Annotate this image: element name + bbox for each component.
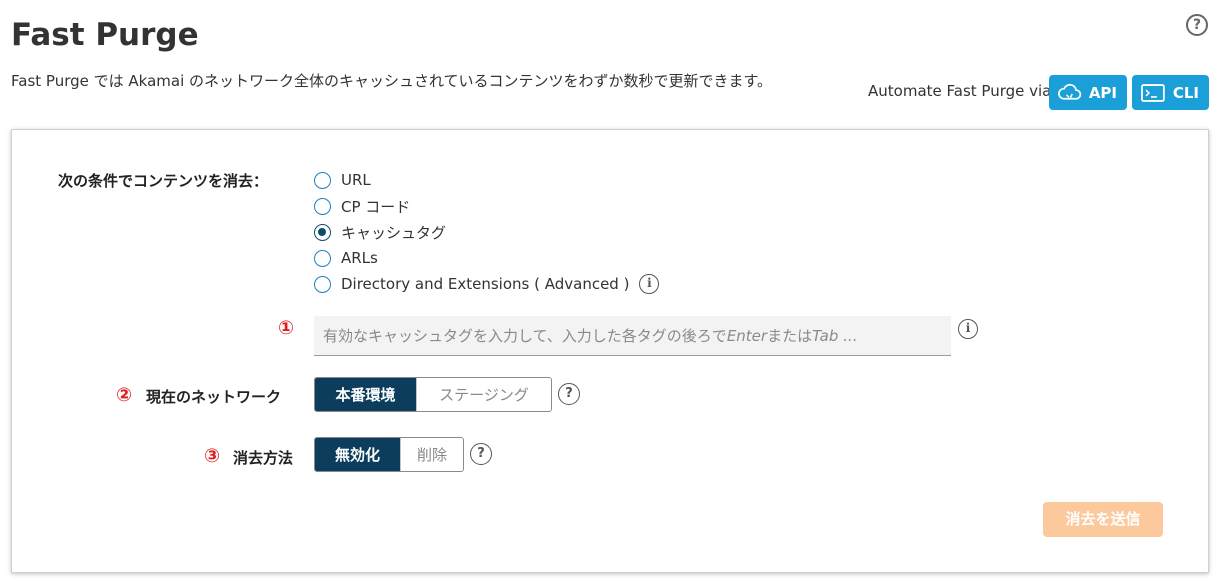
radio-label: Directory and Extensions ( Advanced ) xyxy=(341,275,630,293)
method-label: 消去方法 xyxy=(233,449,294,467)
placeholder-enter: Enter xyxy=(726,326,768,345)
cache-tag-input[interactable]: 有効なキャッシュタグを入力して、入力した各タグの後ろで Enter または Ta… xyxy=(314,316,951,356)
cli-label: CLI xyxy=(1172,83,1199,102)
marker-1: ① xyxy=(278,317,295,339)
radio-option-arls[interactable]: ARLs xyxy=(314,247,378,269)
info-icon[interactable]: i xyxy=(639,274,660,294)
radio-label: ARLs xyxy=(341,249,378,267)
network-help-icon[interactable]: ? xyxy=(558,383,580,405)
network-toggle[interactable]: 本番環境 ステージング xyxy=(314,377,552,412)
radio-option-url[interactable]: URL xyxy=(314,169,371,191)
api-label: API xyxy=(1088,83,1117,102)
placeholder-or: または xyxy=(767,327,813,345)
network-option-production[interactable]: 本番環境 xyxy=(315,378,416,411)
radio-button[interactable] xyxy=(314,249,331,267)
submit-purge-button[interactable]: 消去を送信 xyxy=(1043,502,1163,537)
radio-label: CP コード xyxy=(341,197,411,216)
placeholder-tab: Tab ... xyxy=(812,326,858,345)
info-icon[interactable]: i xyxy=(958,319,978,339)
help-icon[interactable]: ? xyxy=(1186,14,1208,36)
method-option-delete[interactable]: 削除 xyxy=(400,438,463,471)
network-label: 現在のネットワーク xyxy=(146,388,282,406)
cli-button[interactable]: CLI xyxy=(1132,75,1209,110)
automate-label: Automate Fast Purge via xyxy=(868,82,1052,100)
marker-3: ③ xyxy=(204,445,221,467)
radio-label: URL xyxy=(341,171,371,189)
purge-by-label: 次の条件でコンテンツを消去： xyxy=(58,172,269,190)
cloud-icon xyxy=(1058,83,1082,100)
page-description: Fast Purge では Akamai のネットワーク全体のキャッシュされてい… xyxy=(11,72,773,90)
radio-button-checked[interactable] xyxy=(314,223,331,241)
terminal-icon xyxy=(1141,83,1165,102)
method-help-icon[interactable]: ? xyxy=(470,443,492,465)
radio-label: キャッシュタグ xyxy=(341,223,447,242)
page-title: Fast Purge xyxy=(11,17,199,53)
radio-button[interactable] xyxy=(314,275,331,293)
placeholder-main: 有効なキャッシュタグを入力して、入力した各タグの後ろで xyxy=(323,327,727,345)
radio-button[interactable] xyxy=(314,171,331,189)
marker-2: ② xyxy=(116,384,133,406)
network-option-staging[interactable]: ステージング xyxy=(416,378,551,411)
method-option-invalidate[interactable]: 無効化 xyxy=(315,438,400,471)
radio-button[interactable] xyxy=(314,197,331,215)
radio-option-cache-tag[interactable]: キャッシュタグ xyxy=(314,221,446,243)
method-toggle[interactable]: 無効化 削除 xyxy=(314,437,464,472)
api-button[interactable]: API xyxy=(1049,75,1127,110)
radio-option-directory[interactable]: Directory and Extensions ( Advanced ) i xyxy=(314,273,660,295)
radio-option-cpcode[interactable]: CP コード xyxy=(314,195,410,217)
